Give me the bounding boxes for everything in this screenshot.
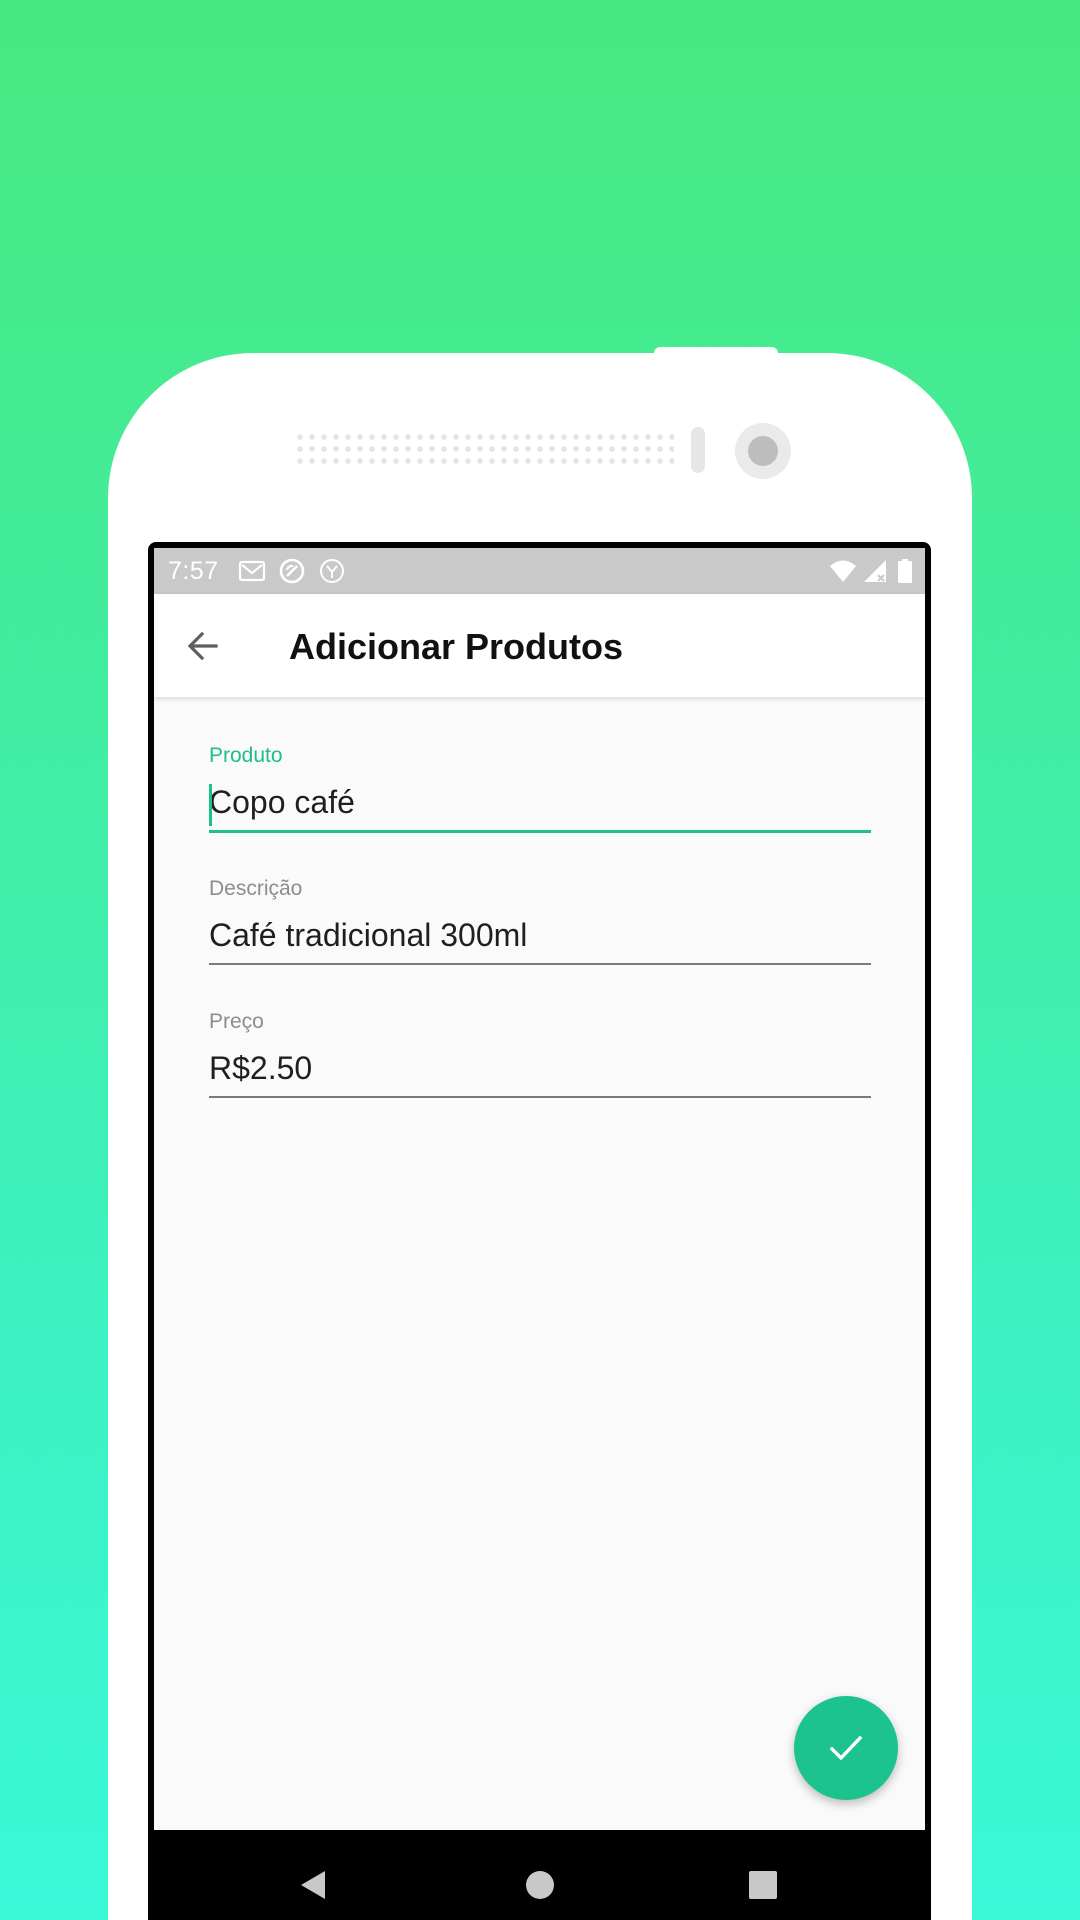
descricao-field[interactable]: Descrição (209, 877, 871, 973)
nav-home-button[interactable] (515, 1860, 565, 1910)
text-cursor (209, 784, 212, 826)
preco-field[interactable]: Preço (209, 1010, 871, 1106)
nav-back-icon (301, 1871, 325, 1899)
battery-icon (898, 559, 912, 583)
front-camera (735, 423, 791, 479)
descricao-underline (209, 963, 871, 965)
back-button[interactable] (178, 621, 228, 671)
system-nav-bar (148, 1830, 931, 1920)
proximity-sensor (691, 427, 705, 473)
sync-icon (279, 558, 305, 584)
page-title: Adicionar Produtos (289, 626, 624, 667)
produto-input[interactable] (209, 780, 871, 824)
preco-label: Preço (209, 1010, 264, 1033)
nav-home-icon (526, 1871, 554, 1899)
nav-recents-button[interactable] (738, 1860, 788, 1910)
speaker-grille (294, 431, 674, 469)
produto-field[interactable]: Produto (209, 744, 871, 840)
preco-underline (209, 1096, 871, 1098)
descricao-input[interactable] (209, 913, 871, 957)
add-product-screen: Adicionar Produtos Produto Descrição Pre… (154, 594, 925, 1830)
phone-screen: 7:57 Adicionar Produtos Produto Copo caf… (148, 542, 931, 1920)
status-time: 7:57 (168, 557, 219, 585)
check-icon (829, 1735, 863, 1761)
preco-input[interactable] (209, 1046, 871, 1090)
nav-back-button[interactable] (288, 1860, 338, 1910)
wifi-icon (830, 560, 856, 582)
produto-label: Produto (209, 744, 283, 767)
gmail-icon (238, 560, 266, 582)
nav-recents-icon (749, 1871, 777, 1899)
status-bar: 7:57 (154, 548, 925, 594)
vpn-icon (320, 559, 344, 583)
signal-icon (864, 560, 886, 582)
descricao-label: Descrição (209, 877, 303, 900)
produto-underline (209, 830, 871, 833)
save-fab-button[interactable] (794, 1696, 898, 1800)
arrow-back-icon (187, 631, 218, 661)
toolbar: Adicionar Produtos (154, 594, 925, 697)
